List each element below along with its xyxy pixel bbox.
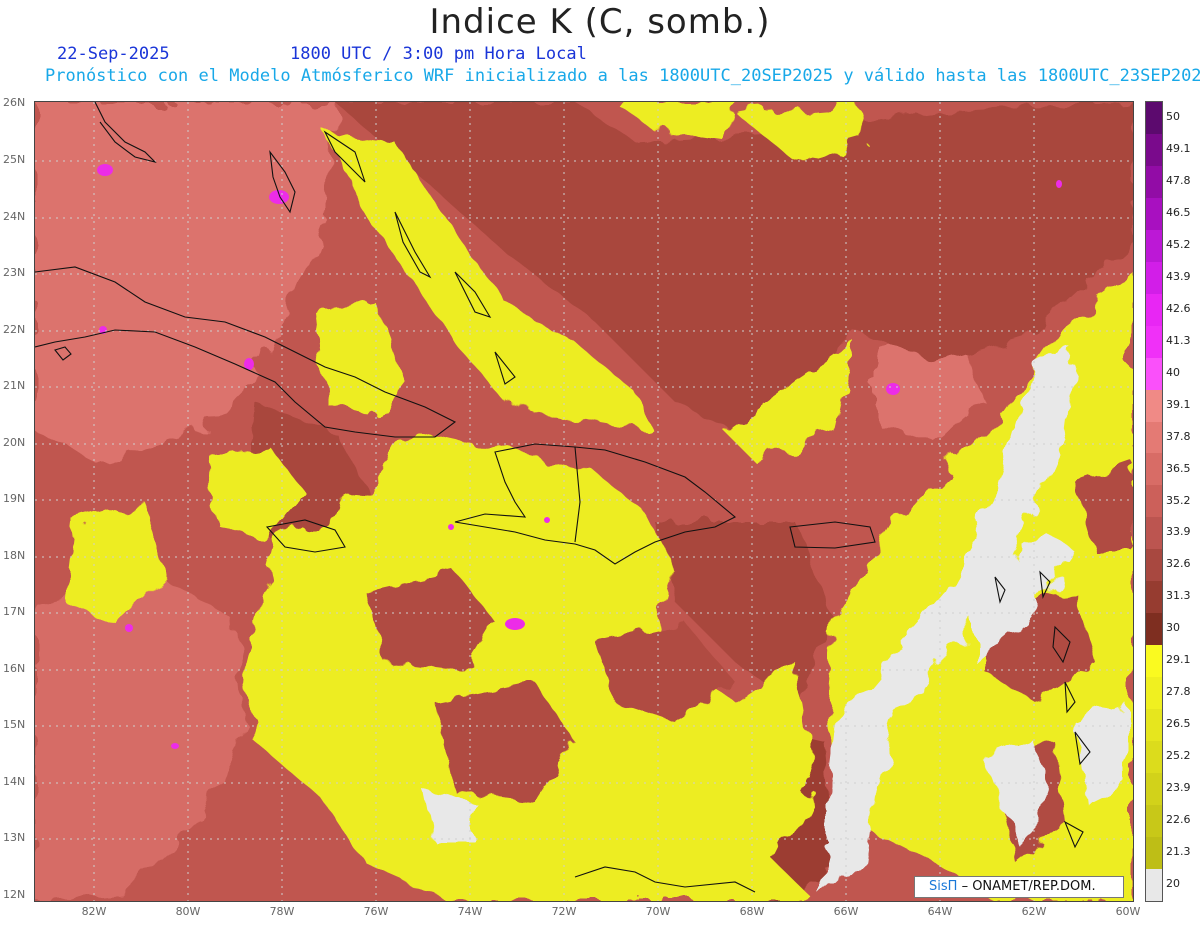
- lat-label: 25N: [3, 153, 26, 166]
- colorbar-swatch: [1146, 325, 1162, 358]
- colorbar-label: 36.5: [1166, 461, 1191, 475]
- lat-label: 24N: [3, 210, 26, 223]
- colorbar-swatch: [1146, 293, 1162, 326]
- colorbar-swatch: [1146, 773, 1162, 805]
- colorbar-swatch: [1146, 613, 1162, 646]
- lon-label: 74W: [457, 905, 483, 918]
- colorbar-swatch: [1146, 133, 1162, 166]
- lat-label: 13N: [3, 831, 26, 844]
- colorbar-label: 37.8: [1166, 429, 1191, 443]
- colorbar-swatch: [1146, 261, 1162, 294]
- colorbar: [1145, 101, 1163, 902]
- colorbar-swatch: [1146, 485, 1162, 518]
- lon-label: 76W: [363, 905, 389, 918]
- map-title: Indice K (C, somb.): [429, 2, 771, 42]
- colorbar-swatch: [1146, 581, 1162, 614]
- lat-label: 18N: [3, 549, 26, 562]
- colorbar-label: 33.9: [1166, 525, 1191, 539]
- lat-label: 15N: [3, 718, 26, 731]
- colorbar-label: 45.2: [1166, 237, 1191, 251]
- forecast-date: 22-Sep-2025: [57, 44, 170, 64]
- colorbar-swatch: [1146, 421, 1162, 454]
- colorbar-label: 50: [1166, 109, 1180, 123]
- colorbar-label: 32.6: [1166, 557, 1191, 571]
- colorbar-swatch: [1146, 549, 1162, 582]
- colorbar-swatch: [1146, 836, 1162, 869]
- lat-label: 22N: [3, 323, 26, 336]
- colorbar-label: 40: [1166, 365, 1180, 379]
- map-panel: [34, 101, 1134, 902]
- colorbar-label: 22.6: [1166, 813, 1191, 827]
- lon-label: 60W: [1115, 905, 1141, 918]
- lat-label: 14N: [3, 775, 26, 788]
- colorbar-label: 31.3: [1166, 589, 1191, 603]
- colorbar-swatch: [1146, 229, 1162, 262]
- colorbar-swatch: [1146, 868, 1162, 901]
- lat-label: 12N: [3, 888, 26, 901]
- colorbar-swatch: [1146, 709, 1162, 742]
- lon-label: 62W: [1021, 905, 1047, 918]
- colorbar-swatch: [1146, 645, 1162, 678]
- lat-label: 20N: [3, 436, 26, 449]
- lon-label: 82W: [81, 905, 107, 918]
- lat-label: 26N: [3, 96, 26, 109]
- forecast-time: 1800 UTC / 3:00 pm Hora Local: [290, 44, 587, 64]
- colorbar-label: 25.2: [1166, 749, 1191, 763]
- lon-label: 66W: [833, 905, 859, 918]
- lat-label: 17N: [3, 605, 26, 618]
- credit-text: – ONAMET/REP.DOM.: [961, 879, 1096, 894]
- lat-label: 21N: [3, 379, 26, 392]
- colorbar-label: 47.8: [1166, 173, 1191, 187]
- colorbar-label: 21.3: [1166, 845, 1191, 859]
- colorbar-swatch: [1146, 357, 1162, 390]
- colorbar-label: 46.5: [1166, 205, 1191, 219]
- colorbar-label: 42.6: [1166, 301, 1191, 315]
- colorbar-label: 27.8: [1166, 685, 1191, 699]
- colorbar-swatch: [1146, 389, 1162, 422]
- colorbar-swatch: [1146, 804, 1162, 837]
- colorbar-label: 23.9: [1166, 781, 1191, 795]
- credit-box: SisΠ – ONAMET/REP.DOM.: [914, 876, 1124, 898]
- colorbar-swatch: [1146, 102, 1162, 134]
- lon-label: 70W: [645, 905, 671, 918]
- colorbar-swatch: [1146, 453, 1162, 486]
- lon-label: 68W: [739, 905, 765, 918]
- colorbar-swatch: [1146, 741, 1162, 774]
- colorbar-label: 20: [1166, 877, 1180, 891]
- lon-label: 78W: [269, 905, 295, 918]
- sisp-logo: SisΠ: [929, 879, 958, 894]
- colorbar-swatch: [1146, 677, 1162, 710]
- lon-label: 72W: [551, 905, 577, 918]
- lon-label: 80W: [175, 905, 201, 918]
- lat-label: 16N: [3, 662, 26, 675]
- colorbar-swatch: [1146, 165, 1162, 198]
- colorbar-label: 26.5: [1166, 717, 1191, 731]
- colorbar-label: 30: [1166, 621, 1180, 635]
- colorbar-label: 43.9: [1166, 269, 1191, 283]
- colorbar-label: 35.2: [1166, 493, 1191, 507]
- colorbar-label: 49.1: [1166, 141, 1191, 155]
- colorbar-swatch: [1146, 197, 1162, 230]
- colorbar-label: 29.1: [1166, 653, 1191, 667]
- colorbar-label: 41.3: [1166, 333, 1191, 347]
- lon-label: 64W: [927, 905, 953, 918]
- k-index-field: [35, 102, 1133, 901]
- lat-label: 23N: [3, 266, 26, 279]
- lat-label: 19N: [3, 492, 26, 505]
- colorbar-label: 39.1: [1166, 397, 1191, 411]
- model-subtitle: Pronóstico con el Modelo Atmósferico WRF…: [45, 66, 1200, 86]
- colorbar-swatch: [1146, 517, 1162, 550]
